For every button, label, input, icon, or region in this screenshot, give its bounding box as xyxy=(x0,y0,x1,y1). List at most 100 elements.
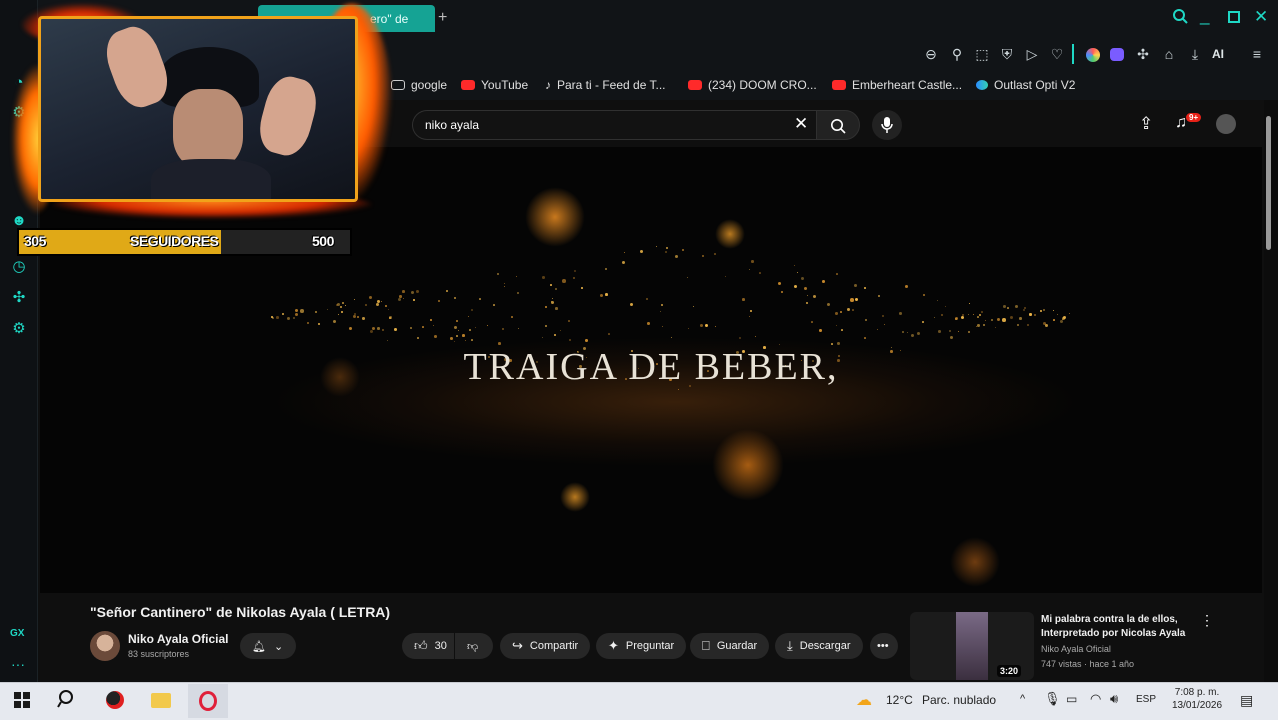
player-icon[interactable]: ▷ xyxy=(1023,46,1041,63)
tray-expand-icon[interactable]: ^ xyxy=(1020,693,1025,705)
ai-button[interactable]: AI xyxy=(1212,47,1224,61)
sparkle-particle xyxy=(878,295,880,297)
related-video-title[interactable]: Mi palabra contra la de ellos, Interpret… xyxy=(1041,613,1191,641)
pin-icon[interactable]: ⚲ xyxy=(948,46,966,63)
minimize-button[interactable]: _ xyxy=(1200,6,1209,26)
sparkle-particle xyxy=(1062,317,1066,321)
weather-temp: 12°C xyxy=(886,693,913,707)
bookmark-tiktok[interactable]: ♪ Para ti - Feed de T... xyxy=(545,78,666,92)
sparkle-particle xyxy=(700,324,704,328)
bookmark-google[interactable]: google xyxy=(391,78,447,92)
bookmark-doom[interactable]: (234) DOOM CRO... xyxy=(688,78,817,92)
bookmark-label: google xyxy=(411,78,448,92)
ask-button[interactable]: ✦ Preguntar xyxy=(596,633,687,659)
ask-label: Preguntar xyxy=(625,640,675,652)
sparkle-particle xyxy=(841,329,843,331)
taskbar-search-icon[interactable] xyxy=(57,689,77,714)
followers-goal: 500 xyxy=(312,233,334,249)
shield-icon[interactable]: ⛨ xyxy=(998,46,1016,63)
sparkle-particle xyxy=(1019,317,1022,320)
bookmark-emberheart[interactable]: Emberheart Castle... xyxy=(832,78,962,92)
language-indicator[interactable]: ESP xyxy=(1136,694,1156,705)
snapshot-icon[interactable]: ⬚ xyxy=(973,46,991,63)
sparkle-particle xyxy=(560,330,562,332)
sparkle-particle xyxy=(468,316,470,318)
close-window-button[interactable]: ✕ xyxy=(1254,7,1268,27)
sparkle-particle xyxy=(806,302,809,305)
subscribe-bell-button[interactable]: 🔔︎ ⌄ xyxy=(240,633,296,659)
microphone-tray-icon[interactable]: 🎙︎ xyxy=(1044,691,1061,707)
taskbar-opera-active[interactable] xyxy=(188,684,228,718)
weather-icon[interactable]: ☁ xyxy=(856,690,872,710)
save-button[interactable]: ⎕ Guardar xyxy=(690,633,770,659)
like-button[interactable]: 👍︎ 30 xyxy=(402,633,454,659)
maximize-button[interactable] xyxy=(1228,11,1240,23)
sparkle-particle xyxy=(804,287,808,291)
extensions-icon[interactable]: ✣ xyxy=(10,289,28,307)
sparkle-particle xyxy=(462,334,465,337)
sparkle-particle xyxy=(1040,310,1043,313)
bookmark-outlast[interactable]: Outlast Opti V2 xyxy=(976,78,1075,92)
notification-center-icon[interactable]: ▤ xyxy=(1240,692,1253,709)
extensions-puzzle-icon[interactable]: ✣ xyxy=(1134,46,1152,63)
more-icon[interactable]: ··· xyxy=(11,656,25,672)
sparkle-particle xyxy=(377,327,380,330)
volume-icon[interactable]: 🔊︎ xyxy=(1110,691,1118,707)
sparkle-particle xyxy=(581,287,583,289)
sparkle-particle xyxy=(715,326,717,328)
related-more-icon[interactable]: ⋮ xyxy=(1200,612,1214,629)
search-tabs-icon[interactable] xyxy=(1172,8,1188,29)
sparkle-particle xyxy=(968,314,970,316)
sparkle-particle xyxy=(997,318,1001,322)
zoom-out-icon[interactable]: ⊖ xyxy=(922,46,940,63)
extension-color-icon[interactable] xyxy=(1086,48,1100,62)
sparkle-particle xyxy=(688,328,690,330)
sparkle-particle xyxy=(504,283,506,285)
sparkle-particle xyxy=(1003,305,1006,308)
sparkle-particle xyxy=(1002,318,1006,322)
bookmark-youtube[interactable]: YouTube xyxy=(461,78,528,92)
search-button[interactable] xyxy=(816,110,860,140)
download-arrow-icon: ⤓ xyxy=(787,638,793,653)
menu-icon[interactable]: ≡ xyxy=(1248,46,1266,62)
bookmark-icon: ⎕ xyxy=(702,638,710,653)
clock[interactable]: 7:08 p. m. 13/01/2026 xyxy=(1170,687,1224,711)
sparkle-particle xyxy=(797,272,798,273)
taskbar-app-icon[interactable] xyxy=(106,691,124,709)
new-tab-button[interactable]: + xyxy=(438,9,447,27)
like-count: 30 xyxy=(434,640,447,652)
face-shape xyxy=(173,89,243,169)
share-button[interactable]: ↪ Compartir xyxy=(500,633,591,659)
sparkle-particle xyxy=(714,253,716,255)
clear-search-icon[interactable]: ✕ xyxy=(794,114,808,134)
sparkle-particle xyxy=(622,261,626,265)
channel-avatar[interactable] xyxy=(90,631,120,661)
extension-chat-icon[interactable] xyxy=(1110,48,1124,61)
file-explorer-icon[interactable] xyxy=(151,693,171,708)
sparkle-particle xyxy=(433,325,435,327)
download-icon[interactable]: ⤓ xyxy=(1186,46,1204,63)
more-actions-button[interactable]: ••• xyxy=(870,633,898,659)
wifi-icon[interactable]: ◠ xyxy=(1090,691,1101,707)
followers-label: SEGUIDORES xyxy=(130,233,219,249)
sparkle-particle xyxy=(387,340,389,342)
settings-gear-icon[interactable]: ⚙ xyxy=(10,320,28,338)
channel-name[interactable]: Niko Ayala Oficial xyxy=(128,632,228,646)
extension-hat-icon[interactable]: ⌂ xyxy=(1160,46,1178,62)
sparkle-particle xyxy=(840,311,842,313)
dislike-button[interactable]: 👎︎ xyxy=(455,633,493,659)
download-button[interactable]: ⤓ Descargar xyxy=(775,633,863,659)
upload-icon[interactable]: ⇪ xyxy=(1139,114,1153,134)
windows-start-button[interactable] xyxy=(14,692,30,708)
heart-icon[interactable]: ♡ xyxy=(1048,46,1066,63)
voice-search-button[interactable] xyxy=(872,110,902,140)
related-video-channel[interactable]: Niko Ayala Oficial xyxy=(1041,644,1111,654)
account-avatar[interactable] xyxy=(1216,114,1236,134)
bokeh-light xyxy=(715,219,745,249)
page-scrollbar[interactable] xyxy=(1266,116,1271,250)
battery-icon[interactable]: ▭ xyxy=(1066,692,1077,706)
history-icon[interactable]: ◷ xyxy=(10,258,28,276)
sparkle-icon: ✦ xyxy=(608,638,619,653)
sparkle-particle xyxy=(662,326,664,328)
gx-label[interactable]: GX xyxy=(10,628,24,639)
